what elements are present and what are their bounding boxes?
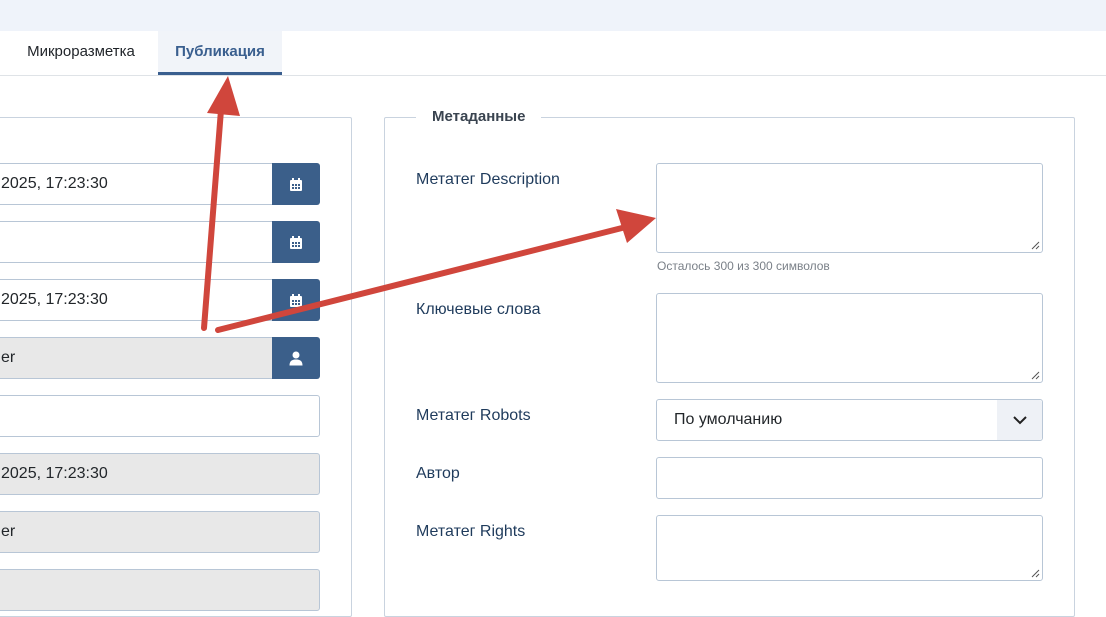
tab-bar: Микроразметка Публикация — [0, 31, 1106, 76]
user-icon — [289, 351, 303, 365]
finish-publishing-calendar-button[interactable] — [272, 279, 320, 321]
author-label: Автор — [416, 465, 460, 482]
author-input[interactable] — [656, 457, 1043, 499]
meta-description-textarea[interactable] — [656, 163, 1043, 253]
resize-grip-icon[interactable] — [1031, 569, 1040, 578]
keywords-textarea[interactable] — [656, 293, 1043, 383]
chevron-down-icon — [997, 400, 1042, 440]
resize-grip-icon[interactable] — [1031, 371, 1040, 380]
start-publishing-input[interactable] — [0, 221, 272, 263]
revision-input — [0, 569, 320, 611]
keywords-label: Ключевые слова — [416, 301, 541, 318]
meta-robots-label: Метатег Robots — [416, 407, 531, 424]
created-by-alias-input[interactable] — [0, 395, 320, 437]
select-user-button[interactable] — [272, 337, 320, 379]
tab-publishing[interactable]: Публикация — [158, 31, 282, 75]
tab-microdata[interactable]: Микроразметка — [0, 31, 158, 75]
meta-description-counter: Осталось 300 из 300 символов — [657, 259, 830, 273]
meta-robots-value: По умолчанию — [674, 411, 783, 428]
calendar-icon — [290, 293, 302, 307]
calendar-icon — [290, 235, 302, 249]
calendar-icon — [290, 177, 302, 191]
start-publishing-calendar-button[interactable] — [272, 221, 320, 263]
created-date-calendar-button[interactable] — [272, 163, 320, 205]
created-date-input[interactable]: 2025, 17:23:30 — [0, 163, 272, 205]
metadata-legend: Метаданные — [416, 105, 542, 129]
modified-by-input: er — [0, 511, 320, 553]
meta-rights-textarea[interactable] — [656, 515, 1043, 581]
created-by-input: er — [0, 337, 272, 379]
top-bar — [0, 0, 1106, 31]
finish-publishing-input[interactable]: 2025, 17:23:30 — [0, 279, 272, 321]
meta-description-label: Метатег Description — [416, 171, 560, 188]
meta-robots-select[interactable]: По умолчанию — [656, 399, 1043, 441]
modified-date-input: 2025, 17:23:30 — [0, 453, 320, 495]
meta-rights-label: Метатег Rights — [416, 523, 526, 540]
resize-grip-icon[interactable] — [1031, 241, 1040, 250]
